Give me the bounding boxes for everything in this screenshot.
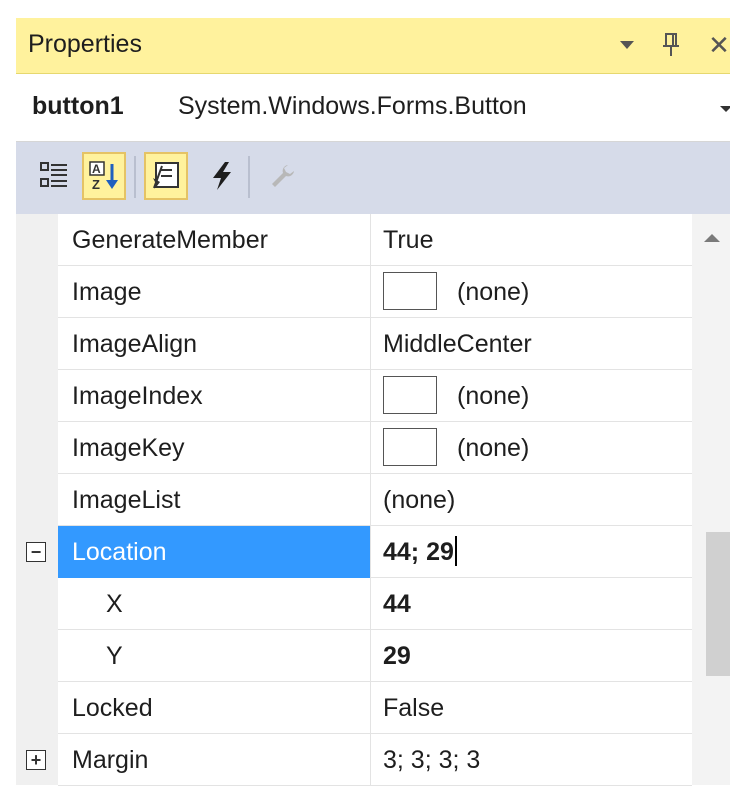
property-value: (none) (457, 382, 530, 410)
property-value: (none) (457, 278, 530, 306)
property-row-locked[interactable]: Locked False (16, 682, 692, 734)
property-value-cell[interactable]: (none) (370, 370, 692, 422)
property-row-y[interactable]: Y 29 (16, 630, 692, 682)
property-value: (none) (457, 434, 530, 462)
collapse-icon[interactable]: − (26, 542, 46, 562)
expand-icon[interactable]: + (26, 750, 46, 770)
properties-window: Properties ✕ button1 System.Windows.Form… (0, 0, 730, 786)
categorized-icon (40, 162, 67, 187)
properties-icon (153, 162, 179, 189)
property-name: Image (58, 266, 370, 318)
close-icon: ✕ (708, 29, 730, 60)
property-row-image[interactable]: Image (none) (16, 266, 692, 318)
alphabetical-icon: A Z (89, 161, 118, 192)
panel-title: Properties (28, 30, 142, 58)
categorized-button[interactable] (32, 152, 76, 200)
property-name: Margin (58, 734, 370, 786)
text-caret (454, 536, 457, 567)
property-name: ImageList (58, 474, 370, 526)
property-row-location[interactable]: − Location 44; 29 (16, 526, 692, 578)
scrollbar-thumb[interactable] (706, 532, 730, 676)
property-value[interactable]: MiddleCenter (370, 318, 692, 370)
property-value: 44; 29 (383, 538, 454, 566)
toolbar-separator (134, 156, 136, 198)
property-row-margin[interactable]: + Margin 3; 3; 3; 3 (16, 734, 692, 786)
object-selector-dropdown-icon[interactable] (720, 106, 730, 112)
alphabetical-button[interactable]: A Z (82, 152, 126, 200)
image-preview-swatch (383, 272, 437, 311)
property-grid: GenerateMember True Image (none) ImageAl… (16, 214, 730, 786)
properties-title-bar[interactable]: Properties ✕ (16, 18, 730, 74)
property-row-imagealign[interactable]: ImageAlign MiddleCenter (16, 318, 692, 370)
property-row-x[interactable]: X 44 (16, 578, 692, 630)
property-value-cell[interactable]: (none) (370, 266, 692, 318)
property-value[interactable]: False (370, 682, 692, 734)
property-name: Y (58, 630, 370, 682)
chevron-down-icon (620, 41, 634, 49)
property-name: ImageIndex (58, 370, 370, 422)
property-value[interactable]: 3; 3; 3; 3 (370, 734, 692, 786)
svg-text:Z: Z (92, 177, 100, 192)
svg-text:A: A (92, 162, 101, 176)
scroll-up-arrow-icon[interactable] (704, 234, 720, 242)
property-value-cell[interactable]: (none) (370, 422, 692, 474)
toolbar-separator (248, 156, 250, 198)
property-row-imageindex[interactable]: ImageIndex (none) (16, 370, 692, 422)
object-type: System.Windows.Forms.Button (178, 92, 527, 120)
property-name: ImageAlign (58, 318, 370, 370)
property-pages-button (260, 152, 304, 200)
property-name: Location (58, 526, 370, 578)
close-button[interactable]: ✕ (706, 28, 730, 62)
property-name: ImageKey (58, 422, 370, 474)
property-value[interactable]: 29 (370, 630, 692, 682)
lightning-icon (213, 162, 231, 190)
property-row-generatemember[interactable]: GenerateMember True (16, 214, 692, 266)
property-name: GenerateMember (58, 214, 370, 266)
auto-hide-pin-button[interactable] (658, 28, 684, 62)
wrench-icon (272, 165, 294, 187)
image-preview-swatch (383, 376, 437, 415)
window-position-dropdown[interactable] (614, 28, 640, 62)
property-value[interactable]: 44 (370, 578, 692, 630)
property-name: X (58, 578, 370, 630)
pin-icon (663, 33, 679, 56)
property-row-imagekey[interactable]: ImageKey (none) (16, 422, 692, 474)
properties-view-button[interactable] (144, 152, 188, 200)
object-name: button1 (32, 92, 124, 120)
property-value-editor[interactable]: 44; 29 (370, 526, 692, 578)
image-preview-swatch (383, 428, 437, 467)
object-selector[interactable]: button1 System.Windows.Forms.Button (16, 74, 730, 142)
property-name: Locked (58, 682, 370, 734)
property-value[interactable]: (none) (370, 474, 692, 526)
properties-toolbar: A Z (16, 142, 730, 214)
events-button[interactable] (200, 152, 244, 200)
property-value[interactable]: True (370, 214, 692, 266)
vertical-scrollbar[interactable] (692, 214, 730, 785)
property-row-imagelist[interactable]: ImageList (none) (16, 474, 692, 526)
